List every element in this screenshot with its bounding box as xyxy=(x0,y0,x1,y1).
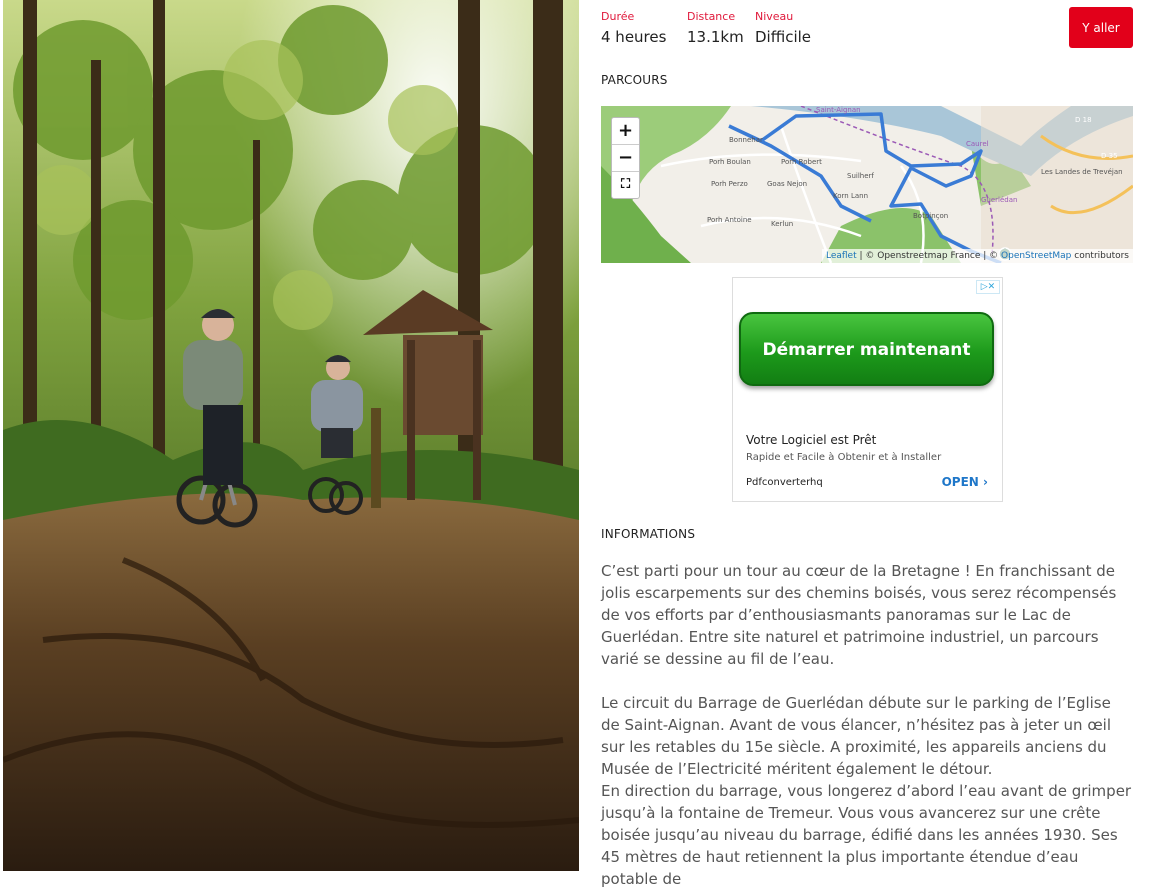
duration-value: 4 heures xyxy=(601,28,667,46)
duration-label: Durée xyxy=(601,10,635,23)
description-paragraph: Le circuit du Barrage de Guerlédan début… xyxy=(601,694,1112,778)
map-label-bonnehar: Bonnehar xyxy=(729,136,763,144)
ad-open-button[interactable]: OPEN › xyxy=(942,475,988,489)
level-value: Difficile xyxy=(755,28,812,46)
map-label-suilherf: Suilherf xyxy=(847,172,874,180)
map-label-porh-antoine: Porh Antoine xyxy=(707,216,752,224)
hero-photo xyxy=(3,0,579,871)
route-description: C’est parti pour un tour au cœur de la B… xyxy=(601,560,1133,890)
map-label-porh-boulan: Porh Boulan xyxy=(709,158,751,166)
zoom-out-button[interactable]: − xyxy=(612,145,639,172)
map-label-kerlun: Kerlun xyxy=(771,220,793,228)
distance-label: Distance xyxy=(687,10,736,23)
parcours-heading: PARCOURS xyxy=(601,73,668,87)
map-tiles: Saint-Aignan Bonnehar Porh Boulan Porh R… xyxy=(601,106,1133,263)
ad-open-label: OPEN xyxy=(941,475,979,489)
attribution-contributors: contributors xyxy=(1071,251,1129,261)
level-label: Niveau xyxy=(755,10,794,23)
map-label-caurel: Caurel xyxy=(966,140,989,148)
map-label-d18: D 18 xyxy=(1075,116,1092,124)
map-label-porh-perzo: Porh Perzo xyxy=(711,180,748,188)
ad-choices-icon[interactable]: ▷✕ xyxy=(976,280,1000,294)
ad-start-button[interactable]: Démarrer maintenant xyxy=(739,312,994,386)
map-label-saint-aignan: Saint-Aignan xyxy=(816,106,861,114)
openstreetmap-link[interactable]: OpenStreetMap xyxy=(1001,251,1071,261)
ad-title: Votre Logiciel est Prêt xyxy=(746,433,877,447)
route-details: Durée 4 heures Distance 13.1km Niveau Di… xyxy=(601,0,1133,888)
distance-value: 13.1km xyxy=(687,28,744,46)
map-label-d35: D 35 xyxy=(1101,152,1118,160)
description-paragraph: C’est parti pour un tour au cœur de la B… xyxy=(601,562,1117,668)
map-label-botpincon: Botpinçon xyxy=(913,212,948,220)
map-attribution: Leaflet | © Openstreetmap France | © Ope… xyxy=(821,249,1133,263)
attribution-separator: | © Openstreetmap France | © xyxy=(856,251,1002,261)
description-paragraph: En direction du barrage, vous longerez d… xyxy=(601,782,1132,888)
zoom-in-button[interactable]: + xyxy=(612,118,639,145)
fullscreen-icon[interactable]: ⛶ xyxy=(612,172,639,198)
leaflet-link[interactable]: Leaflet xyxy=(826,251,857,261)
map-label-guerledan: Guerlédan xyxy=(981,196,1017,204)
forest-cyclists-illustration xyxy=(3,0,579,871)
chevron-right-icon: › xyxy=(983,475,988,489)
map-label-landes-trevejan: Les Landes de Trevéjan xyxy=(1041,168,1123,176)
advertisement[interactable]: ▷✕ Démarrer maintenant Votre Logiciel es… xyxy=(732,277,1003,502)
map-label-korn-lann: Korn Lann xyxy=(833,192,868,200)
ad-subtitle: Rapide et Facile à Obtenir et à Installe… xyxy=(746,452,942,463)
map-label-goas-nejon: Goas Nejon xyxy=(767,180,807,188)
informations-heading: INFORMATIONS xyxy=(601,527,696,541)
map-label-porh-robert: Porh Robert xyxy=(781,158,822,166)
route-map[interactable]: Saint-Aignan Bonnehar Porh Boulan Porh R… xyxy=(601,106,1133,263)
go-button[interactable]: Y aller xyxy=(1069,7,1133,48)
ad-brand: Pdfconverterhq xyxy=(746,477,823,488)
map-zoom-controls: + − ⛶ xyxy=(611,117,640,199)
